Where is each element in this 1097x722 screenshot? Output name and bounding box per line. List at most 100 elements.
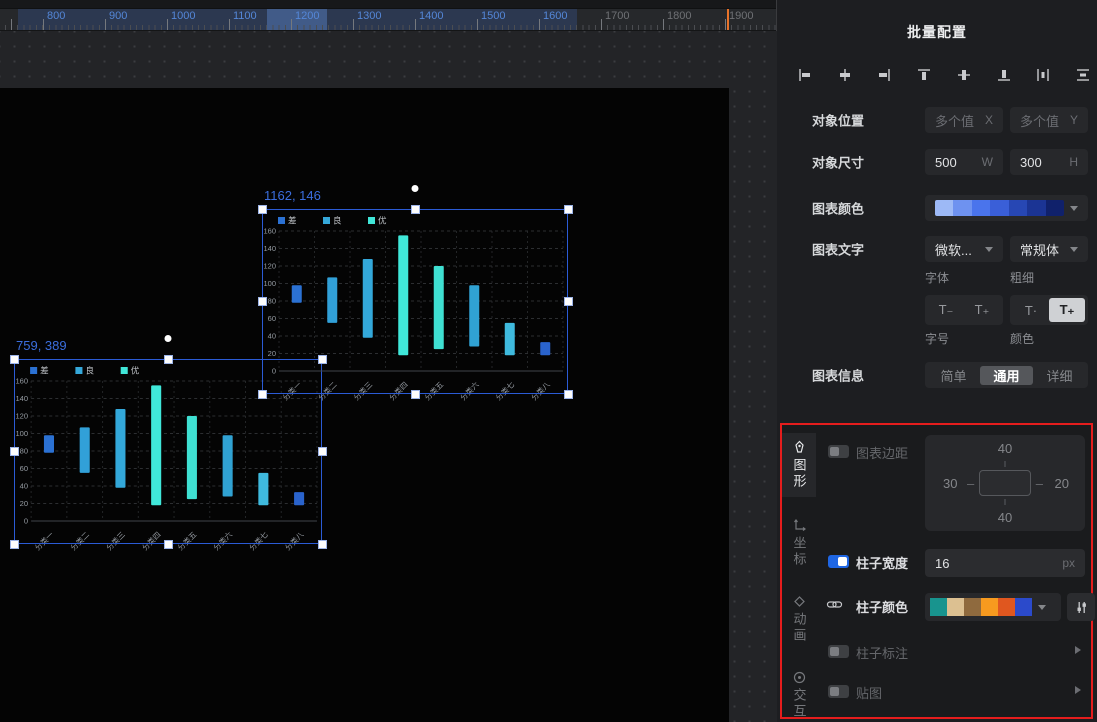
align-top-button[interactable] bbox=[916, 66, 934, 84]
bar-width-input[interactable]: 16 px bbox=[925, 549, 1085, 577]
resize-handle[interactable] bbox=[9, 354, 19, 364]
align-bottom-icon bbox=[997, 70, 1010, 81]
texture-toggle[interactable] bbox=[828, 685, 849, 698]
chevron-down-icon bbox=[985, 246, 993, 252]
align-right-button[interactable] bbox=[876, 66, 894, 84]
ruler-tick-label: 1800 bbox=[667, 10, 692, 22]
workspace[interactable]: 0 20 40 60 80 100 120 140 160 差良优分类一 分类二 分类三 分类四 分类五分… bbox=[0, 31, 777, 722]
color-swatch[interactable] bbox=[998, 598, 1015, 616]
size-height-input[interactable]: 300 H bbox=[1010, 149, 1088, 175]
position-x-input[interactable]: 多个值 X bbox=[925, 107, 1003, 133]
gradient-segment bbox=[1045, 200, 1064, 216]
resize-handle[interactable] bbox=[163, 539, 173, 549]
resize-handle[interactable] bbox=[257, 297, 267, 306]
chart-object[interactable]: 0 20 40 60 80 100 120 140 160 差良优分类一 分类二 分类三 分类四 分类五分… bbox=[257, 185, 573, 402]
position-y-value: 多个值 bbox=[1020, 113, 1060, 129]
color-swatch[interactable] bbox=[964, 598, 981, 616]
text-style-button[interactable]: T₊ bbox=[964, 298, 1000, 322]
ruler-tick-label: 900 bbox=[109, 10, 128, 22]
highlighted-detail-section: 图形 坐标 动画 交互 图表边距 40 30 – – 20 40 柱子宽度 16… bbox=[780, 423, 1095, 722]
ruler-playhead[interactable] bbox=[727, 9, 729, 30]
resize-handle[interactable] bbox=[317, 447, 327, 456]
bar-color-label: 柱子颜色 bbox=[856, 600, 909, 615]
align-bottom-button[interactable] bbox=[996, 66, 1014, 84]
margin-dash: – bbox=[967, 476, 975, 491]
resize-handle[interactable] bbox=[9, 539, 19, 549]
ruler-tick-label: 1200 bbox=[295, 10, 320, 22]
chart-margin-toggle[interactable] bbox=[828, 445, 849, 458]
margin-left-value[interactable]: 30 bbox=[943, 476, 957, 491]
tab-坐标[interactable]: 坐标 bbox=[782, 511, 816, 575]
expand-right-icon[interactable] bbox=[1075, 686, 1081, 694]
resize-handle[interactable] bbox=[9, 447, 19, 456]
resize-handle[interactable] bbox=[317, 539, 327, 549]
horizontal-ruler[interactable]: 800 900 1000 1100 1200 1300 1400 1500 1600 1700 18… bbox=[0, 9, 776, 31]
bar-annotation-toggle[interactable] bbox=[828, 645, 849, 658]
chart-info-option-详细[interactable]: 详细 bbox=[1033, 366, 1086, 385]
margin-bottom-value[interactable]: 40 bbox=[925, 510, 1085, 525]
position-y-input[interactable]: 多个值 Y bbox=[1010, 107, 1088, 133]
rotate-handle[interactable] bbox=[164, 335, 172, 342]
bar-width-unit: px bbox=[1062, 556, 1075, 570]
chart-color-row: 图表颜色 bbox=[777, 195, 1097, 221]
chart-info-row: 图表信息 简单 通用 详细 bbox=[777, 362, 1097, 388]
font-color-buttons: T· T₊ bbox=[1010, 295, 1088, 325]
ruler-tick-label: 1000 bbox=[171, 10, 196, 22]
app-root: 800 900 1000 1100 1200 1300 1400 1500 1600 1700 18… bbox=[0, 0, 1097, 722]
resize-handle[interactable] bbox=[563, 204, 573, 214]
chart-text-label: 图表文字 bbox=[812, 242, 865, 258]
margin-top-value[interactable]: 40 bbox=[925, 441, 1085, 456]
align-center-h-button[interactable] bbox=[837, 66, 855, 84]
size-width-suffix: W bbox=[981, 155, 993, 169]
chart-info-option-简单[interactable]: 简单 bbox=[927, 366, 980, 385]
resize-handle[interactable] bbox=[563, 389, 573, 399]
expand-right-icon[interactable] bbox=[1075, 646, 1081, 654]
font-weight-select[interactable]: 常规体 bbox=[1010, 236, 1088, 262]
chart-info-option-通用[interactable]: 通用 bbox=[980, 365, 1033, 385]
rotate-handle[interactable] bbox=[411, 185, 419, 192]
bar-color-palette[interactable] bbox=[925, 593, 1061, 621]
font-color-caption: 颜色 bbox=[1010, 332, 1035, 346]
text-style-button[interactable]: T₋ bbox=[928, 298, 964, 322]
font-family-caption: 字体 bbox=[925, 271, 950, 285]
align-middle-v-button[interactable] bbox=[956, 66, 974, 84]
design-canvas[interactable]: 0 20 40 60 80 100 120 140 160 差良优分类一 分类二 分类三 分类四 分类五分… bbox=[0, 88, 729, 722]
align-left-icon bbox=[799, 69, 810, 81]
text-style-button[interactable]: T₊ bbox=[1049, 298, 1085, 322]
resize-handle[interactable] bbox=[410, 204, 420, 214]
distribute-v-button[interactable] bbox=[1075, 66, 1093, 84]
color-swatch[interactable] bbox=[947, 598, 964, 616]
align-middle-v-icon bbox=[957, 70, 970, 80]
align-left-button[interactable] bbox=[797, 66, 815, 84]
resize-handle[interactable] bbox=[410, 389, 420, 399]
color-swatch[interactable] bbox=[930, 598, 947, 616]
distribute-h-button[interactable] bbox=[1035, 66, 1053, 84]
shape-icon bbox=[794, 440, 804, 453]
position-x-suffix: X bbox=[984, 113, 993, 127]
chart-text-row: 图表文字 微软... 常规体 bbox=[777, 236, 1097, 262]
tab-交互[interactable]: 交互 bbox=[782, 663, 816, 722]
bar-width-toggle[interactable] bbox=[828, 555, 849, 568]
margin-center-input[interactable] bbox=[979, 470, 1031, 496]
margin-right-value[interactable]: 20 bbox=[1055, 476, 1069, 491]
font-family-value: 微软... bbox=[935, 242, 972, 258]
tab-图形[interactable]: 图形 bbox=[782, 433, 816, 497]
size-width-input[interactable]: 500 W bbox=[925, 149, 1003, 175]
color-adjust-button[interactable] bbox=[1067, 593, 1095, 621]
color-swatch[interactable] bbox=[1015, 598, 1032, 616]
margin-tick bbox=[1004, 461, 1006, 467]
color-swatch[interactable] bbox=[981, 598, 998, 616]
top-strip bbox=[0, 0, 776, 9]
font-size-color-row: T₋ T₊ T· T₊ bbox=[777, 295, 1097, 325]
tab-动画[interactable]: 动画 bbox=[782, 587, 816, 651]
tab-label: 图形 bbox=[791, 458, 807, 490]
texture-label: 贴图 bbox=[856, 686, 883, 701]
chart-color-picker[interactable] bbox=[925, 195, 1088, 221]
resize-handle[interactable] bbox=[163, 354, 173, 364]
text-style-button[interactable]: T· bbox=[1013, 298, 1049, 322]
axis-icon bbox=[793, 519, 806, 531]
font-family-select[interactable]: 微软... bbox=[925, 236, 1003, 262]
resize-handle[interactable] bbox=[257, 204, 267, 214]
resize-handle[interactable] bbox=[257, 389, 267, 399]
resize-handle[interactable] bbox=[563, 297, 573, 306]
